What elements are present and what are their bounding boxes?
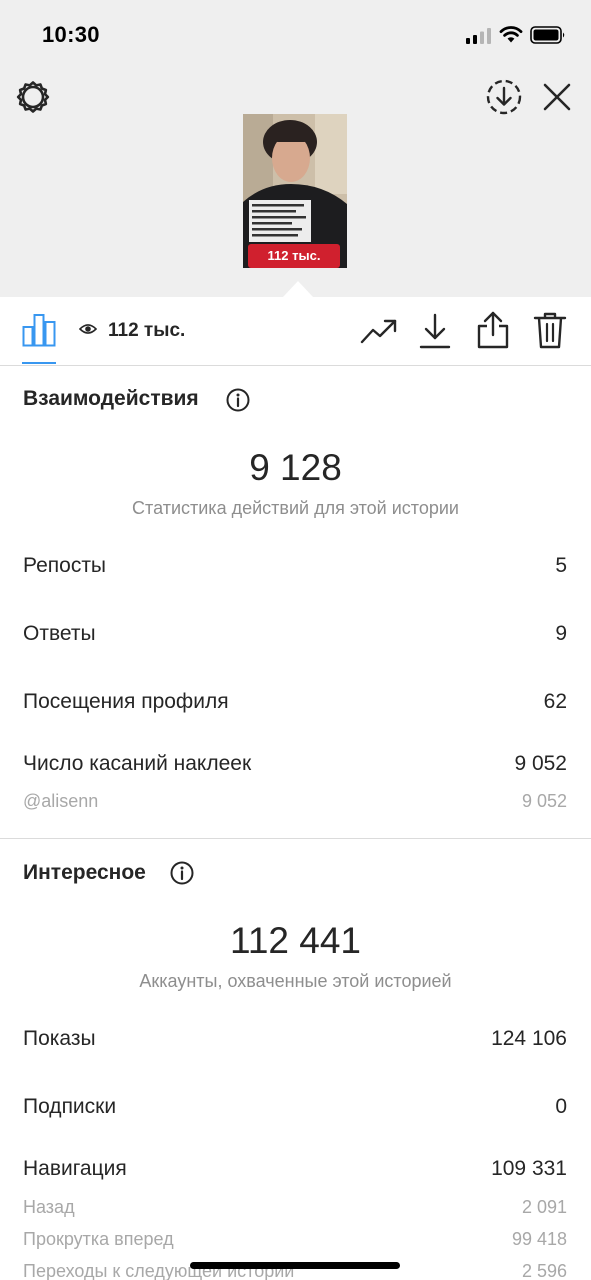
- interactions-title: Взаимодействия: [23, 387, 199, 410]
- story-preview-area: 10:30 112 тыс.: [0, 0, 591, 297]
- cellular-signal-icon: [466, 28, 491, 44]
- story-insights-screen: 10:30 112 тыс. 112 тыс. Взаимодействия 9…: [0, 0, 591, 1280]
- metric-label-profile-visits: Посещения профиля: [23, 690, 229, 713]
- save-to-archive-icon[interactable]: [485, 78, 523, 116]
- wifi-icon: [499, 26, 523, 43]
- section-divider: [0, 838, 591, 839]
- nav-forward-label: Прокрутка вперед: [23, 1229, 174, 1249]
- active-tab-indicator: [22, 362, 56, 364]
- status-time: 10:30: [42, 22, 100, 47]
- discovery-caption: Аккаунты, охваченные этой историей: [139, 971, 452, 991]
- metric-label-follows: Подписки: [23, 1095, 117, 1118]
- metric-label-replies: Ответы: [23, 622, 96, 645]
- nav-back-label: Назад: [23, 1197, 75, 1217]
- thumbnail-pointer: [283, 281, 313, 297]
- sticker-mention-label: @alisenn: [23, 791, 99, 811]
- metric-label-impressions: Показы: [23, 1027, 96, 1050]
- story-views-badge: 112 тыс.: [248, 244, 340, 268]
- battery-icon: [530, 26, 565, 44]
- eye-icon: [79, 324, 97, 334]
- nav-forward-value: 99 418: [511, 1229, 567, 1249]
- nav-back-value: 2 091: [521, 1197, 567, 1217]
- sticker-mention-value: 9 052: [521, 791, 567, 811]
- info-icon[interactable]: [226, 388, 250, 412]
- settings-gear-icon[interactable]: [14, 78, 52, 116]
- insights-chart-icon[interactable]: [22, 313, 56, 347]
- home-indicator[interactable]: [190, 1262, 400, 1269]
- metric-value-follows: 0: [555, 1095, 567, 1118]
- download-icon[interactable]: [418, 312, 452, 350]
- metric-label-reposts: Репосты: [23, 554, 107, 577]
- share-icon[interactable]: [476, 310, 510, 350]
- interactions-total: 9 128: [249, 447, 342, 488]
- info-icon[interactable]: [170, 861, 194, 885]
- discovery-title: Интересное: [23, 861, 146, 884]
- views-count[interactable]: 112 тыс.: [108, 320, 185, 342]
- status-bar: 10:30: [0, 0, 591, 70]
- trending-up-icon[interactable]: [360, 315, 398, 347]
- metric-value-replies: 9: [555, 622, 567, 645]
- metric-value-reposts: 5: [555, 554, 567, 577]
- trash-icon[interactable]: [533, 311, 567, 349]
- metric-value-navigation: 109 331: [491, 1157, 567, 1180]
- metric-value-sticker-taps: 9 052: [514, 752, 567, 775]
- metric-label-navigation: Навигация: [23, 1157, 127, 1180]
- close-icon[interactable]: [540, 80, 574, 114]
- metric-label-sticker-taps: Число касаний наклеек: [23, 752, 252, 775]
- nav-next-story-value: 2 596: [521, 1261, 567, 1280]
- metric-value-profile-visits: 62: [543, 690, 567, 713]
- discovery-total: 112 441: [230, 920, 361, 961]
- interactions-caption: Статистика действий для этой истории: [132, 498, 459, 518]
- metric-value-impressions: 124 106: [491, 1027, 567, 1050]
- insights-toolbar: 112 тыс.: [0, 297, 591, 366]
